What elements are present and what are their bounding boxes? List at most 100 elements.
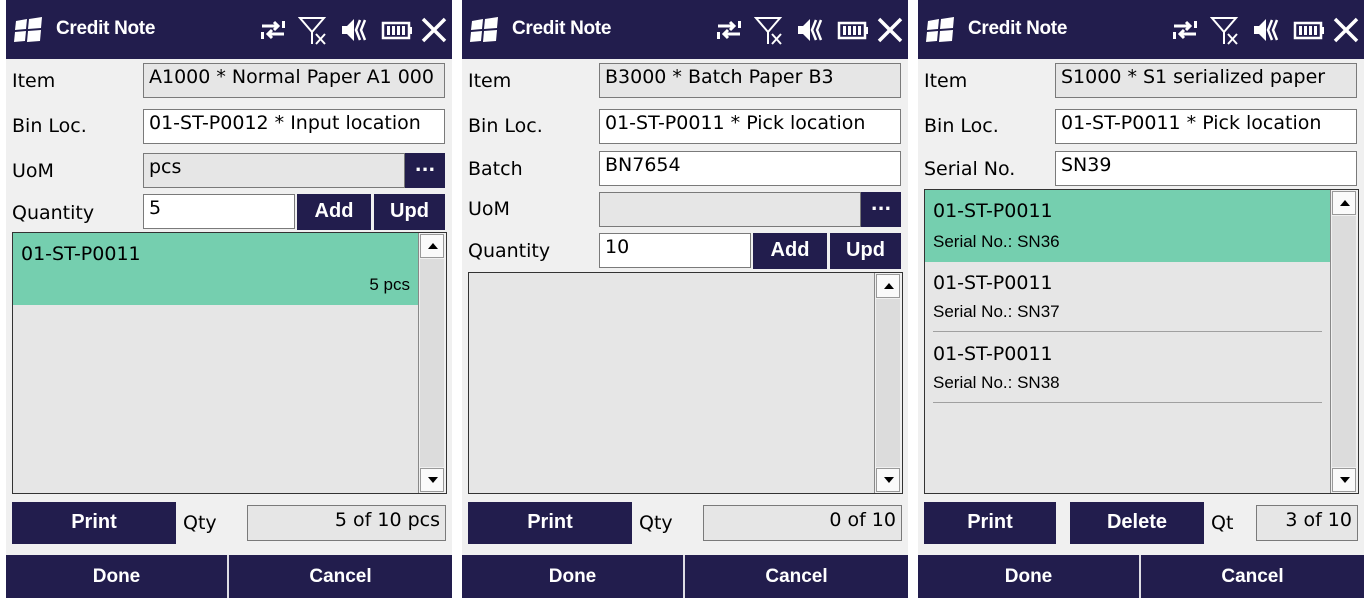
quantity-label: Quantity [12, 202, 95, 224]
done-button[interactable]: Done [462, 555, 683, 598]
bin-location-label: Bin Loc. [12, 115, 87, 137]
quantity-input[interactable]: 10 [599, 233, 751, 268]
scroll-up-button[interactable] [1332, 191, 1356, 215]
credit-note-screen-1: Credit Note Item A1000 * Normal Paper A1… [6, 0, 452, 598]
window-title: Credit Note [968, 18, 1068, 39]
quantity-input[interactable]: 5 [143, 194, 295, 229]
list-item-serial: Serial No.: SN37 [933, 302, 1060, 321]
battery-icon[interactable] [380, 14, 414, 46]
scroll-track[interactable] [876, 299, 900, 467]
list-item[interactable]: 01-ST-P0011 5 pcs [13, 233, 418, 305]
window-title: Credit Note [56, 18, 156, 39]
qty-label: Qty [183, 512, 217, 534]
done-button[interactable]: Done [918, 555, 1139, 598]
item-label: Item [468, 70, 512, 92]
title-bar: Credit Note [918, 0, 1364, 59]
soft-key-bar: Done Cancel [6, 555, 452, 598]
volume-icon[interactable] [338, 14, 368, 46]
bin-quantity-list[interactable] [468, 272, 903, 494]
bin-location-label: Bin Loc. [468, 115, 543, 137]
list-item[interactable]: 01-ST-P0011 Serial No.: SN36 [925, 190, 1330, 262]
list-item-bin: 01-ST-P0011 [933, 200, 1053, 222]
list-scrollbar[interactable] [418, 233, 446, 493]
volume-icon[interactable] [794, 14, 824, 46]
uom-label: UoM [12, 160, 54, 182]
soft-key-bar: Done Cancel [462, 555, 908, 598]
bin-location-field[interactable]: 01-ST-P0012 * Input location [143, 109, 445, 144]
list-item-serial: Serial No.: SN38 [933, 373, 1060, 392]
batch-field[interactable]: BN7654 [599, 151, 901, 186]
connectivity-icon[interactable] [714, 14, 744, 46]
cancel-button[interactable]: Cancel [685, 555, 908, 598]
uom-field[interactable]: pcs [143, 153, 405, 188]
credit-note-screen-2: Credit Note Item B3000 * Batch Paper B3 … [462, 0, 908, 598]
connectivity-icon[interactable] [258, 14, 288, 46]
qty-label: Qty [639, 512, 673, 534]
battery-icon[interactable] [1292, 14, 1326, 46]
connectivity-icon[interactable] [1170, 14, 1200, 46]
add-button[interactable]: Add [753, 233, 827, 269]
list-divider [933, 402, 1322, 403]
batch-label: Batch [468, 158, 523, 180]
list-item[interactable]: 01-ST-P0011 Serial No.: SN37 [925, 262, 1330, 332]
quantity-label: Quantity [468, 240, 551, 262]
item-field[interactable]: S1000 * S1 serialized paper [1055, 63, 1357, 98]
add-button[interactable]: Add [297, 194, 371, 230]
bin-quantity-list[interactable]: 01-ST-P0011 5 pcs [12, 232, 447, 494]
serial-number-label: Serial No. [924, 158, 1016, 180]
print-button[interactable]: Print [468, 502, 632, 544]
windows-logo-icon[interactable] [14, 17, 44, 43]
list-item-bin: 01-ST-P0011 [933, 272, 1053, 294]
scroll-down-button[interactable] [420, 468, 444, 492]
list-item-serial: Serial No.: SN36 [933, 232, 1060, 251]
soft-key-bar: Done Cancel [918, 555, 1364, 598]
bin-location-field[interactable]: 01-ST-P0011 * Pick location [1055, 109, 1357, 144]
list-scrollbar[interactable] [1330, 190, 1358, 493]
uom-picker-button[interactable]: ... [861, 192, 901, 227]
window-title: Credit Note [512, 18, 612, 39]
scroll-up-button[interactable] [876, 274, 900, 298]
no-signal-icon[interactable] [1210, 14, 1240, 46]
print-button[interactable]: Print [12, 502, 176, 544]
item-field[interactable]: A1000 * Normal Paper A1 000 [143, 63, 445, 98]
list-item[interactable]: 01-ST-P0011 Serial No.: SN38 [925, 333, 1330, 403]
list-item-bin: 01-ST-P0011 [933, 343, 1053, 365]
battery-icon[interactable] [836, 14, 870, 46]
bin-location-field[interactable]: 01-ST-P0011 * Pick location [599, 109, 901, 144]
update-button[interactable]: Upd [830, 233, 901, 269]
serial-number-list[interactable]: 01-ST-P0011 Serial No.: SN36 01-ST-P0011… [924, 189, 1359, 494]
title-bar: Credit Note [462, 0, 908, 59]
serial-number-field[interactable]: SN39 [1055, 151, 1357, 186]
done-button[interactable]: Done [6, 555, 227, 598]
no-signal-icon[interactable] [754, 14, 784, 46]
close-icon[interactable] [1332, 14, 1360, 46]
print-button[interactable]: Print [924, 502, 1056, 544]
list-item-qty: 5 pcs [369, 275, 410, 294]
scroll-track[interactable] [420, 259, 444, 467]
list-scrollbar[interactable] [874, 273, 902, 493]
close-icon[interactable] [420, 14, 448, 46]
qty-progress-field: 5 of 10 pcs [247, 505, 446, 541]
cancel-button[interactable]: Cancel [229, 555, 452, 598]
volume-icon[interactable] [1250, 14, 1280, 46]
title-bar: Credit Note [6, 0, 452, 59]
item-field[interactable]: B3000 * Batch Paper B3 [599, 63, 901, 98]
qty-progress-field: 0 of 10 [703, 505, 902, 541]
no-signal-icon[interactable] [298, 14, 328, 46]
scroll-down-button[interactable] [876, 468, 900, 492]
uom-picker-button[interactable]: ... [405, 153, 445, 188]
close-icon[interactable] [876, 14, 904, 46]
list-divider [933, 331, 1322, 332]
qty-progress-field: 3 of 10 [1256, 505, 1358, 541]
windows-logo-icon[interactable] [926, 17, 956, 43]
uom-label: UoM [468, 198, 510, 220]
uom-field[interactable] [599, 192, 861, 227]
update-button[interactable]: Upd [374, 194, 445, 230]
scroll-down-button[interactable] [1332, 468, 1356, 492]
delete-button[interactable]: Delete [1070, 502, 1204, 544]
windows-logo-icon[interactable] [470, 17, 500, 43]
qty-label: Qt [1211, 512, 1234, 534]
scroll-track[interactable] [1332, 216, 1356, 467]
cancel-button[interactable]: Cancel [1141, 555, 1364, 598]
scroll-up-button[interactable] [420, 234, 444, 258]
